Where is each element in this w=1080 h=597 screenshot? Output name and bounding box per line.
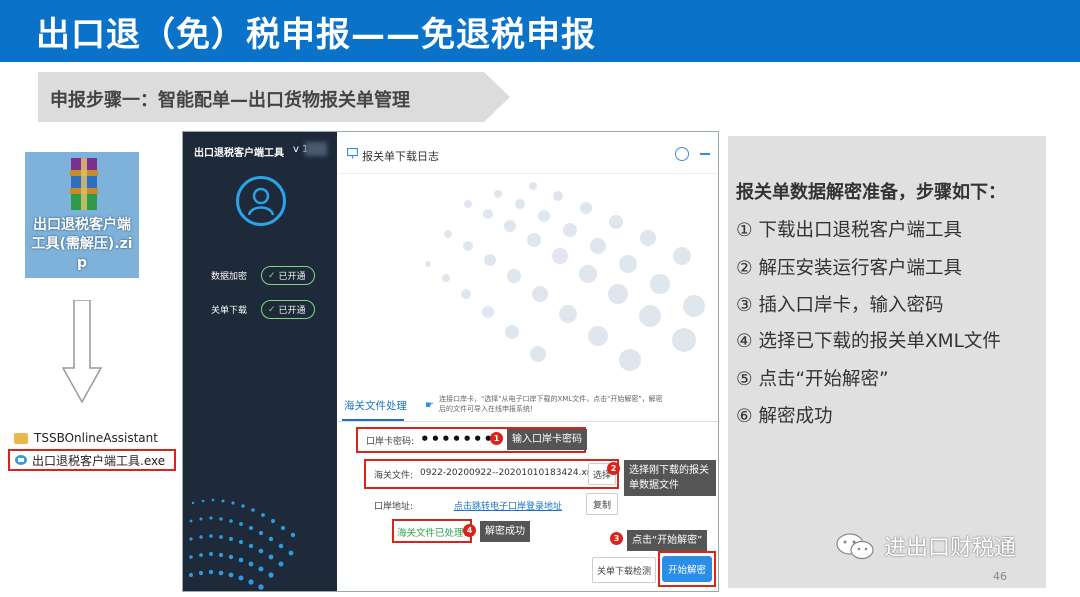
file-row-folder[interactable]: TSSBOnlineAssistant xyxy=(8,428,178,448)
user-icon xyxy=(247,187,275,216)
panel-step: ① 下载出口退税客户端工具 xyxy=(736,220,962,241)
callout-password: 输入口岸卡密码 xyxy=(507,429,587,450)
status-value: 已开通 xyxy=(278,306,306,316)
panel-step: ④ 选择已下载的报关单XML文件 xyxy=(736,331,1001,352)
zip-file-label: 出口退税客户端工具(需解压).zip xyxy=(31,217,133,271)
panel-step: ② 解压安装运行客户端工具 xyxy=(736,258,962,279)
file-field[interactable]: 0922-20200922--20201010183424.xml xyxy=(420,468,598,478)
callout-select-file: 选择刚下载的报关单数据文件 xyxy=(624,460,716,496)
wechat-icon xyxy=(836,533,874,560)
log-title: 报关单下载日志 xyxy=(362,150,439,163)
step-banner-arrow xyxy=(484,72,510,122)
download-check-button[interactable]: 关单下载检测 xyxy=(592,557,656,583)
down-arrow-icon xyxy=(62,300,102,404)
app-main: 报关单下载日志 海关文件处理 ☛ 连接口岸卡，"选择"从电子口岸下载的XML文件… xyxy=(338,132,718,591)
watermark-text: 进出口财税通 xyxy=(884,536,1017,561)
status-label: 数据加密 xyxy=(211,272,248,282)
step-label: 申报步骤一：智能配单—出口货物报关单管理 xyxy=(50,90,410,111)
watermark: 进出口财税通 xyxy=(834,530,1016,562)
callout-success: 解密成功 xyxy=(480,521,530,542)
version-redaction xyxy=(305,142,327,156)
tab-customs-file[interactable]: 海关文件处理 xyxy=(344,398,407,413)
status-label: 关单下载 xyxy=(211,306,248,316)
panel-step: ⑥ 解密成功 xyxy=(736,406,833,427)
wave-decoration xyxy=(189,498,296,590)
step-badge: 1 xyxy=(490,432,503,445)
minimize-icon[interactable] xyxy=(700,153,710,155)
client-app-window: 出口退税客户端工具 v 1 数据加密 ✓ 已开通 关单下载 ✓ 已开通 报关单下… xyxy=(182,131,719,592)
avatar[interactable] xyxy=(236,176,286,226)
folder-icon xyxy=(14,432,28,444)
decrypt-button[interactable]: 开始解密 xyxy=(662,556,712,582)
file-list: TSSBOnlineAssistant 出口退税客户端工具.exe xyxy=(8,428,178,471)
password-label: 口岸卡密码: xyxy=(366,437,415,447)
dots-background xyxy=(425,182,705,371)
app-title: 出口退税客户端工具 xyxy=(194,148,284,159)
status-row-encrypt: 数据加密 ✓ 已开通 xyxy=(211,266,315,285)
address-link[interactable]: 点击跳转电子口岸登录地址 xyxy=(454,499,562,512)
status-badge: ✓ 已开通 xyxy=(261,266,315,285)
archive-icon xyxy=(70,158,98,210)
address-label: 口岸地址: xyxy=(374,502,414,512)
panel-step: ⑤ 点击“开始解密” xyxy=(736,369,889,390)
file-label: 海关文件: xyxy=(374,471,414,481)
log-header: 报关单下载日志 xyxy=(338,132,718,174)
instruction-panel: 报关单数据解密准备，步骤如下： ① 下载出口退税客户端工具 ② 解压安装运行客户… xyxy=(728,136,1046,588)
hint-text: 连接口岸卡，"选择"从电子口岸下载的XML文件，点击"开始解密"，解密后的文件可… xyxy=(439,395,663,413)
hand-pointer-icon: ☛ xyxy=(425,400,434,411)
zip-file[interactable]: 出口退税客户端工具(需解压).zip xyxy=(25,152,139,278)
check-icon: ✓ xyxy=(268,270,276,281)
tab-underline xyxy=(342,419,404,421)
chat-icon[interactable] xyxy=(675,147,689,161)
panel-title: 报关单数据解密准备，步骤如下： xyxy=(736,182,1006,203)
app-sidebar: 出口退税客户端工具 v 1 数据加密 ✓ 已开通 关单下载 ✓ 已开通 xyxy=(183,132,337,591)
result-message: 海关文件已处理! xyxy=(397,528,468,539)
status-row-download: 关单下载 ✓ 已开通 xyxy=(211,300,315,319)
step-badge: 3 xyxy=(610,532,623,545)
step-badge: 4 xyxy=(463,524,476,537)
slide-title: 出口退（免）税申报——免退税申报 xyxy=(36,15,596,55)
file-row-exe[interactable]: 出口退税客户端工具.exe xyxy=(8,449,176,471)
step-badge: 2 xyxy=(607,462,620,475)
exe-icon xyxy=(15,455,27,465)
panel-step: ③ 插入口岸卡，输入密码 xyxy=(736,295,944,316)
file-name: 出口退税客户端工具.exe xyxy=(32,453,166,468)
log-icon xyxy=(347,148,358,159)
status-badge: ✓ 已开通 xyxy=(261,300,315,319)
copy-button[interactable]: 复制 xyxy=(586,493,618,515)
status-value: 已开通 xyxy=(278,272,306,282)
file-name: TSSBOnlineAssistant xyxy=(34,431,158,445)
tabbar: 海关文件处理 ☛ 连接口岸卡，"选择"从电子口岸下载的XML文件，点击"开始解密… xyxy=(338,386,718,422)
page-number: 46 xyxy=(993,570,1007,583)
slide-header: 出口退（免）税申报——免退税申报 xyxy=(0,0,1080,62)
callout-start-decrypt: 点击“开始解密” xyxy=(627,530,708,551)
check-icon: ✓ xyxy=(268,304,276,315)
